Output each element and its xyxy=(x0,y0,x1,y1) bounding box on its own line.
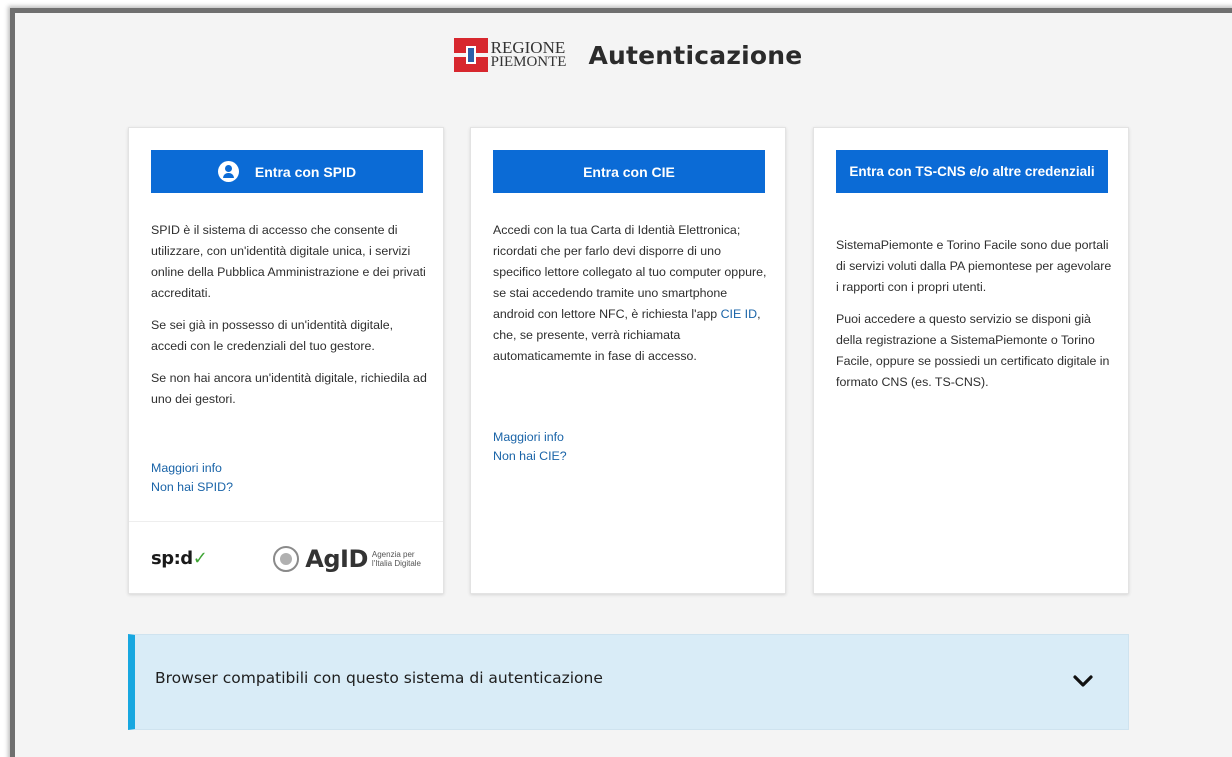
accordion-label: Browser compatibili con questo sistema d… xyxy=(155,669,603,687)
spid-footer-logos: sp:d✓ AgID Agenzia per l'Italia Digitale xyxy=(129,521,443,595)
agid-sub-line2: l'Italia Digitale xyxy=(371,558,421,568)
spid-card: Entra con SPID SPID è il sistema di acce… xyxy=(128,127,444,594)
agid-sub-line1: Agenzia per xyxy=(371,549,415,559)
user-icon xyxy=(217,161,239,182)
header-inner: REGIONE PIEMONTE Autenticazione xyxy=(453,38,803,72)
regione-piemonte-logo: REGIONE PIEMONTE xyxy=(453,38,567,72)
spid-login-button[interactable]: Entra con SPID xyxy=(151,150,423,193)
spid-links: Maggiori info Non hai SPID? xyxy=(151,459,233,497)
tscns-login-button[interactable]: Entra con TS-CNS e/o altre credenziali xyxy=(836,150,1108,193)
tscns-button-label: Entra con TS-CNS e/o altre credenziali xyxy=(849,164,1095,179)
page-title: Autenticazione xyxy=(588,40,803,70)
chevron-down-icon[interactable] xyxy=(1072,670,1094,692)
browser-compat-accordion[interactable]: Browser compatibili con questo sistema d… xyxy=(128,634,1129,730)
no-cie-link[interactable]: Non hai CIE? xyxy=(493,447,567,466)
cie-card: Entra con CIE Accedi con la tua Carta di… xyxy=(470,127,786,594)
tscns-card: Entra con TS-CNS e/o altre credenziali S… xyxy=(813,127,1129,594)
cie-links: Maggiori info Non hai CIE? xyxy=(493,428,567,466)
tscns-description: SistemaPiemonte e Torino Facile sono due… xyxy=(836,235,1112,404)
logo-line2: PIEMONTE xyxy=(490,54,567,70)
agid-subtitle: Agenzia per l'Italia Digitale xyxy=(372,550,421,568)
page-header: REGIONE PIEMONTE Autenticazione xyxy=(0,38,1232,72)
cie-login-button[interactable]: Entra con CIE xyxy=(493,150,765,193)
tscns-paragraph: SistemaPiemonte e Torino Facile sono due… xyxy=(836,238,1112,294)
spid-logo: sp:d✓ xyxy=(151,548,208,569)
spid-paragraph: Se non hai ancora un'identità digitale, … xyxy=(151,371,427,406)
cie-paragraph: Accedi con la tua Carta di Identià Elett… xyxy=(493,220,769,367)
italian-emblem-icon xyxy=(273,545,300,572)
tscns-paragraph: Puoi accedere a questo servizio se dispo… xyxy=(836,312,1110,389)
piemonte-flag-icon xyxy=(453,38,488,72)
spid-description: SPID è il sistema di accesso che consent… xyxy=(151,220,427,421)
logo-text: REGIONE PIEMONTE xyxy=(490,38,567,70)
cie-description: Accedi con la tua Carta di Identià Elett… xyxy=(493,220,769,378)
cie-more-info-link[interactable]: Maggiori info xyxy=(493,428,567,447)
cie-button-label: Entra con CIE xyxy=(583,163,675,180)
logo-line1: REGIONE xyxy=(490,38,566,57)
agid-logo-text: AgID xyxy=(305,544,368,573)
no-spid-link[interactable]: Non hai SPID? xyxy=(151,478,233,497)
spid-paragraph: Se sei già in possesso di un'identità di… xyxy=(151,318,394,353)
cie-id-app-link[interactable]: CIE ID xyxy=(721,307,758,321)
spid-button-label: Entra con SPID xyxy=(254,163,357,180)
spid-logo-text: sp:d xyxy=(151,548,193,569)
spid-more-info-link[interactable]: Maggiori info xyxy=(151,459,233,478)
spid-paragraph: SPID è il sistema di accesso che consent… xyxy=(151,223,426,300)
agid-logo: AgID Agenzia per l'Italia Digitale xyxy=(273,545,421,573)
checkmark-icon: ✓ xyxy=(192,548,208,569)
